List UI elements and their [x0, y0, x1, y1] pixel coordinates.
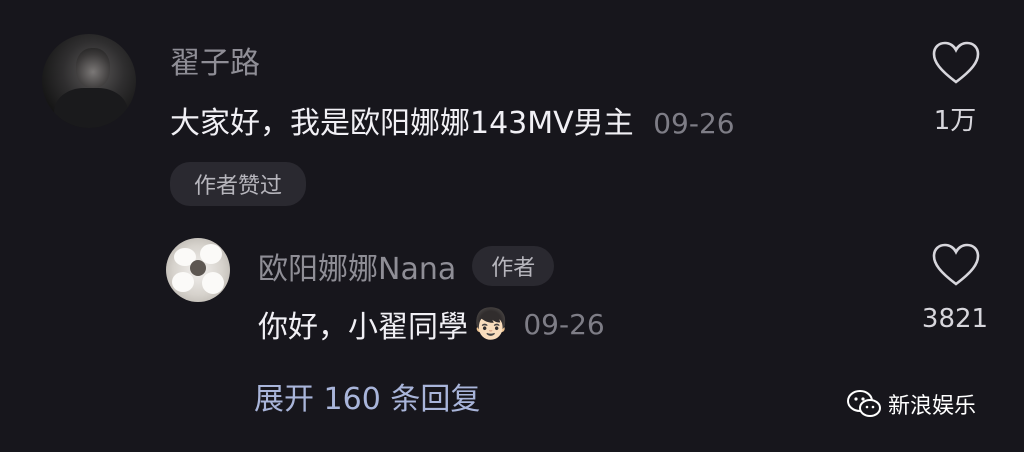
replier-avatar[interactable] [166, 238, 230, 302]
comment-like-button[interactable] [928, 38, 984, 88]
wechat-icon [847, 390, 881, 417]
author-badge: 作者 [472, 246, 555, 286]
heart-outline-icon [932, 41, 980, 84]
comment-text: 大家好，我是欧阳娜娜143MV男主 09-26 [170, 98, 735, 142]
heart-outline-icon [932, 243, 980, 286]
watermark-text: 新浪娱乐 [888, 394, 977, 419]
avatar-body-shape [54, 88, 128, 128]
reply-text: 你好，小翟同學 👦🏻 09-26 [258, 302, 605, 346]
author-liked-badge: 作者赞过 [170, 162, 306, 206]
reply-like-count: 3821 [921, 304, 989, 334]
reply-date: 09-26 [523, 307, 605, 341]
watermark: 新浪娱乐 [846, 388, 976, 420]
comment-username[interactable]: 翟子路 [170, 38, 260, 82]
comment-date: 09-26 [653, 107, 735, 140]
avatar-flower-petal [172, 272, 194, 292]
reply-header: 欧阳娜娜Nana 作者 [258, 244, 555, 288]
boy-emoji-icon: 👦🏻 [472, 306, 510, 342]
reply-like-button[interactable] [928, 240, 984, 290]
avatar-head-shape [76, 48, 110, 88]
avatar-flower-center [190, 260, 206, 276]
reply-text-body: 你好，小翟同學 [258, 310, 468, 345]
expand-replies-link[interactable]: 展开 160 条回复 [254, 374, 480, 418]
avatar-flower-petal [200, 244, 222, 264]
avatar-flower-petal [202, 272, 224, 294]
comment-text-body: 大家好，我是欧阳娜娜143MV男主 [170, 106, 634, 141]
comment-like-count: 1万 [933, 106, 977, 136]
commenter-avatar[interactable] [42, 34, 136, 128]
reply-username[interactable]: 欧阳娜娜Nana [258, 244, 456, 288]
